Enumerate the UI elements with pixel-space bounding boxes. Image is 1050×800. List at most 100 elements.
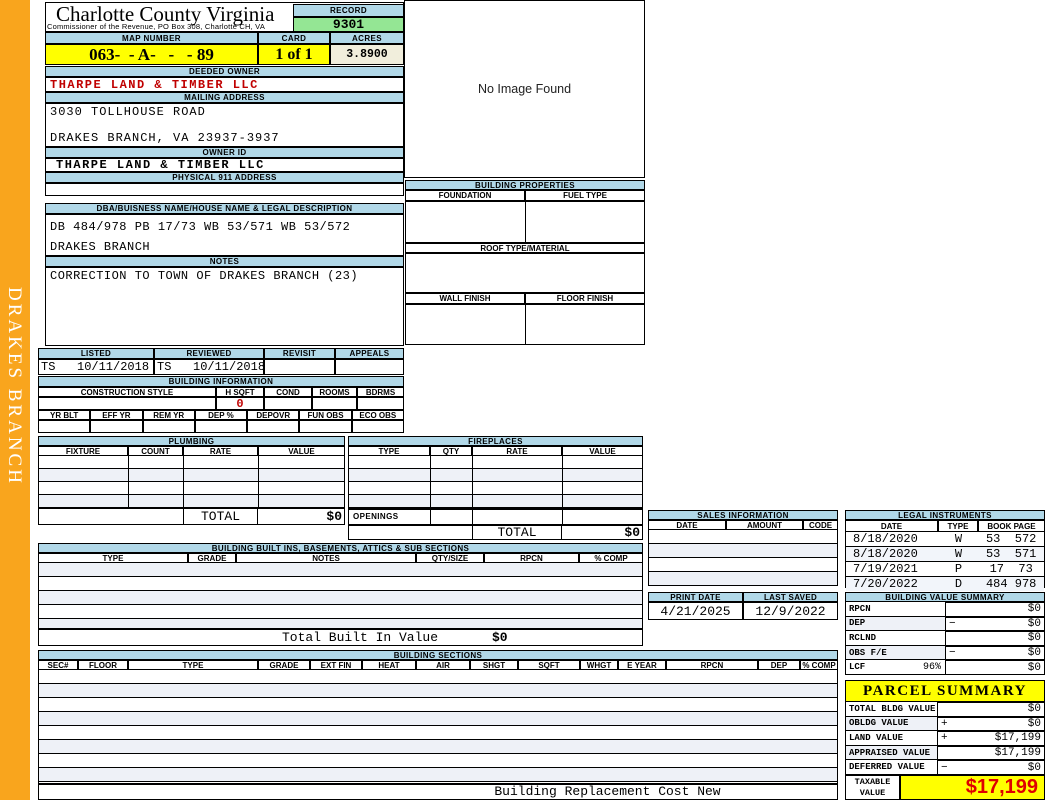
bs-floor-label: FLOOR: [78, 660, 128, 670]
building-info-value-row1: 0: [38, 397, 404, 411]
foundation-fuel-header-row: FOUNDATION FUEL TYPE: [405, 190, 645, 201]
revisit-value: [264, 359, 335, 375]
bvs-value: $0: [1027, 617, 1041, 630]
bs-shgt-label: SHGT: [470, 660, 518, 670]
built-ins-total-label: Total Built In Value: [281, 630, 439, 645]
bvs-row: RPCN $0: [845, 602, 1045, 617]
sales-empty-rows: [648, 530, 838, 586]
last-saved-label: LAST SAVED: [743, 592, 838, 602]
parcel-summary-table: TOTAL BLDG VALUE $0 OBLDG VALUE + $0 LAND…: [845, 702, 1045, 775]
acres-label: ACRES: [330, 32, 404, 44]
owner-id-label: OWNER ID: [45, 147, 404, 158]
fireplaces-col-line-3: [562, 456, 563, 509]
taxable-value: $17,199: [900, 775, 1045, 800]
bvs-label: DEP: [849, 618, 866, 629]
last-saved-value: 12/9/2022: [743, 602, 838, 620]
taxable-value-label: TAXABLE VALUE: [845, 775, 900, 800]
building-info-header-row2: YR BLT EFF YR REM YR DEP % DEPOVR FUN OB…: [38, 410, 404, 420]
reviewed-label: REVIEWED: [154, 348, 264, 359]
mailing-address-line1: 3030 TOLLHOUSE ROAD: [50, 105, 206, 119]
bi-rpcn-label: RPCN: [484, 553, 579, 563]
bs-whgt-label: WHGT: [580, 660, 618, 670]
bs-sqft-label: SQFT: [518, 660, 580, 670]
fuel-type-label: FUEL TYPE: [525, 190, 645, 201]
plumbing-total-label: TOTAL: [183, 508, 258, 525]
li-type-label: TYPE: [938, 520, 978, 532]
fixture-label: FIXTURE: [38, 446, 128, 456]
rooms-label: ROOMS: [312, 387, 357, 397]
li-date: 8/18/2020: [853, 547, 918, 561]
hsqft-value: 0: [216, 397, 264, 411]
bs-sec-label: SEC#: [38, 660, 78, 670]
bvs-row: LCF 96% $0: [845, 660, 1045, 675]
building-info-header-row1: CONSTRUCTION STYLE H SQFT COND ROOMS BDR…: [38, 387, 404, 397]
bvs-row: RCLND $0: [845, 631, 1045, 646]
bdrms-value: [357, 397, 404, 410]
fireplaces-header-row: TYPE QTY RATE VALUE: [348, 446, 643, 456]
parcel-value: $0: [1027, 703, 1041, 716]
bvs-value: $0: [1027, 632, 1041, 645]
sales-information-title: SALES INFORMATION: [648, 510, 838, 520]
appeals-label: APPEALS: [335, 348, 404, 359]
print-header-row: PRINT DATE LAST SAVED: [648, 592, 838, 602]
depovr-label: DEPOVR: [247, 410, 300, 420]
li-date: 8/18/2020: [853, 532, 918, 546]
print-date-label: PRINT DATE: [648, 592, 743, 602]
reviewed-value: TS 10/11/2018: [154, 359, 265, 375]
construction-style-label: CONSTRUCTION STYLE: [38, 387, 216, 397]
depovr-value: [247, 420, 300, 433]
plumbing-col-line-2: [183, 456, 184, 508]
review-value-row: TS 10/11/2018 TS 10/11/2018: [38, 359, 404, 375]
legal-instrument-row: 8/18/2020 W 53 572: [846, 532, 1044, 547]
foundation-fuel-divider: [525, 201, 526, 243]
bs-eyear-label: E YEAR: [618, 660, 666, 670]
bvs-pct: 96%: [922, 661, 941, 673]
fireplaces-total-label: TOTAL: [472, 525, 562, 540]
construction-style-value: [38, 397, 216, 410]
card-label: CARD: [258, 32, 330, 44]
li-type: P: [954, 562, 963, 576]
floor-finish-label: FLOOR FINISH: [525, 293, 645, 304]
property-image-panel: No Image Found: [404, 0, 645, 178]
parcel-label: LAND VALUE: [849, 732, 904, 743]
plumbing-header-row: FIXTURE COUNT RATE VALUE: [38, 446, 345, 456]
legal-instruments-table: 8/18/2020 W 53 572 8/18/2020 W 53 571 7/…: [845, 532, 1045, 591]
cond-label: COND: [264, 387, 312, 397]
review-header-row: LISTED REVIEWED REVISIT APPEALS: [38, 348, 404, 359]
deeded-owner-label: DEEDED OWNER: [45, 66, 404, 77]
li-type: W: [954, 547, 963, 561]
building-info-value-row2: [38, 420, 404, 433]
plumbing-total-value: $0: [326, 509, 342, 524]
eff-yr-label: EFF YR: [90, 410, 143, 420]
li-date: 7/19/2021: [853, 562, 918, 576]
mailing-address-line2: DRAKES BRANCH, VA 23937-3937: [50, 131, 280, 145]
building-information-title: BUILDING INFORMATION: [38, 376, 404, 387]
fp-value-label: VALUE: [562, 446, 643, 456]
openings-label: OPENINGS: [353, 512, 399, 521]
eco-obs-value: [351, 420, 404, 433]
deeded-owner-value: THARPE LAND & TIMBER LLC: [45, 77, 404, 92]
building-sections-title: BUILDING SECTIONS: [38, 650, 838, 660]
li-type: D: [954, 577, 963, 591]
li-bookpage: 17 73: [989, 562, 1033, 576]
bi-comp-label: % COMP: [579, 553, 643, 563]
dep-pct-value: [194, 420, 248, 433]
print-value-row: 4/21/2025 12/9/2022: [648, 602, 838, 620]
plumbing-empty-rows: [38, 456, 345, 508]
bi-type-label: TYPE: [38, 553, 188, 563]
bs-type-label: TYPE: [128, 660, 258, 670]
fireplaces-title: FIREPLACES: [348, 436, 643, 446]
bvs-value: $0: [1027, 661, 1041, 674]
sales-code-label: CODE: [803, 520, 838, 530]
li-bookpage: 484 978: [985, 577, 1037, 591]
eco-obs-label: ECO OBS: [351, 410, 404, 420]
owner-id-value: THARPE LAND & TIMBER LLC: [45, 158, 404, 172]
revisit-label: REVISIT: [264, 348, 335, 359]
notes-text: CORRECTION TO TOWN OF DRAKES BRANCH (23): [50, 269, 359, 283]
sales-date-label: DATE: [648, 520, 726, 530]
print-date-value: 4/21/2025: [648, 602, 743, 620]
parcel-row: APPRAISED VALUE $17,199: [845, 745, 1045, 761]
roof-type-values: [405, 253, 645, 293]
parcel-label: TOTAL BLDG VALUE: [849, 703, 936, 714]
fun-obs-label: FUN OBS: [299, 410, 352, 420]
